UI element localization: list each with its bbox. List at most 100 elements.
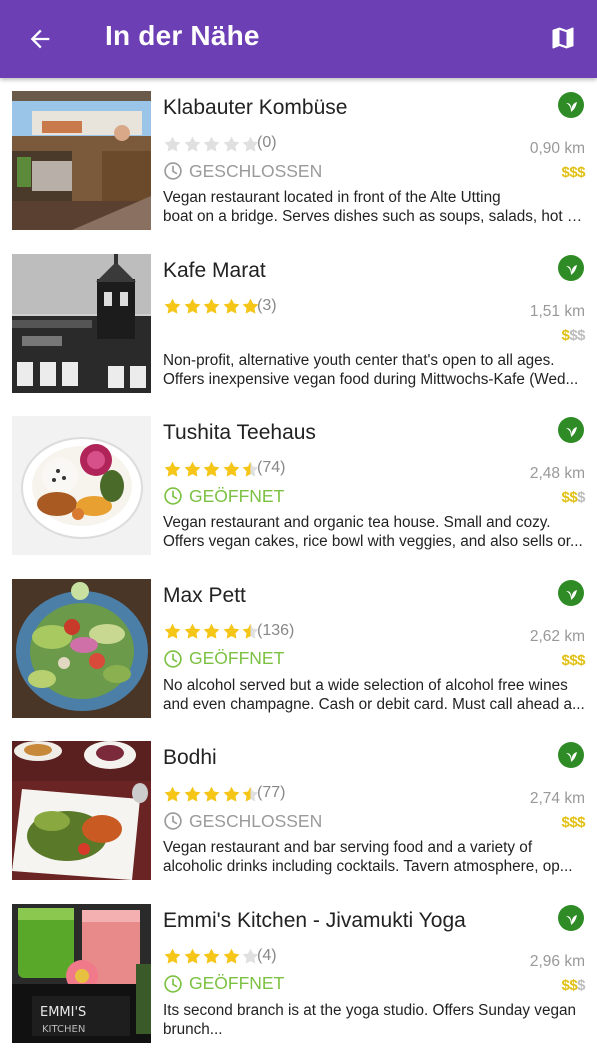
- vegan-leaf-icon: [558, 92, 584, 118]
- rice-bowl-photo: [12, 416, 151, 555]
- price-level: $$$: [561, 977, 585, 994]
- restaurant-list[interactable]: Klabauter Kombüse (0) GESCHLOSSEN 0,90 km $$…: [0, 78, 597, 1053]
- app-bar: In der Nähe: [0, 0, 597, 78]
- open-status: GEÖFFNET: [163, 973, 284, 995]
- description-line: Vegan restaurant located in front of the…: [163, 188, 585, 207]
- clock-icon: [163, 486, 183, 506]
- star-icon: [163, 460, 182, 479]
- list-item[interactable]: Max Pett (136) GEÖFFNET 2,62 km $$$ No alcoho…: [0, 566, 597, 729]
- restaurant-name: Bodhi: [163, 746, 217, 770]
- clock-icon: [163, 811, 183, 831]
- star-icon: [222, 460, 241, 479]
- restaurant-description: Its second branch is at the yoga studio.…: [163, 1001, 585, 1039]
- review-count: (3): [257, 297, 277, 315]
- distance: 2,48 km: [530, 465, 585, 483]
- restaurant-name: Max Pett: [163, 584, 246, 608]
- status-label: GEÖFFNET: [189, 973, 284, 994]
- star-icon: [183, 622, 202, 641]
- review-count: (4): [257, 947, 277, 965]
- star-icon: [183, 460, 202, 479]
- distance: 2,62 km: [530, 628, 585, 646]
- distance: 0,90 km: [530, 140, 585, 158]
- star-icon: [222, 785, 241, 804]
- description-line: No alcohol served but a wide selection o…: [163, 676, 585, 695]
- status-label: GESCHLOSSEN: [189, 811, 322, 832]
- vegan-leaf-icon: [558, 417, 584, 443]
- back-arrow-icon[interactable]: [26, 25, 54, 53]
- star-icon: [202, 297, 221, 316]
- star-icon: [163, 785, 182, 804]
- description-line: Its second branch is at the yoga studio.…: [163, 1001, 585, 1020]
- clock-icon: [163, 649, 183, 669]
- price-level: $$$: [561, 652, 585, 669]
- star-rating: [163, 622, 261, 642]
- vegan-leaf-icon: [558, 905, 584, 931]
- star-rating: [163, 784, 261, 804]
- star-icon: [163, 622, 182, 641]
- star-icon: [202, 947, 221, 966]
- price-level: $$$: [561, 489, 585, 506]
- restaurant-name: Kafe Marat: [163, 259, 266, 283]
- list-item[interactable]: Kafe Marat (3) 1,51 km $$$ Non-profit, alter…: [0, 241, 597, 404]
- vegan-leaf-icon: [558, 580, 584, 606]
- star-icon: [202, 622, 221, 641]
- restaurant-name: Emmi's Kitchen - Jivamukti Yoga: [163, 909, 466, 933]
- star-icon: [202, 460, 221, 479]
- open-status: GESCHLOSSEN: [163, 810, 322, 832]
- star-icon: [183, 785, 202, 804]
- restaurant-description: Non-profit, alternative youth center tha…: [163, 351, 585, 389]
- restaurant-description: No alcohol served but a wide selection o…: [163, 676, 585, 714]
- vegan-leaf-icon: [558, 742, 584, 768]
- description-line: brunch...: [163, 1020, 585, 1039]
- description-line: boat on a bridge. Serves dishes such as …: [163, 207, 585, 226]
- description-line: and even champagne. Cash or debit card. …: [163, 695, 585, 714]
- svg-text:KITCHEN: KITCHEN: [42, 1024, 85, 1035]
- restaurant-name: Tushita Teehaus: [163, 421, 316, 445]
- star-icon: [222, 947, 241, 966]
- star-icon: [163, 297, 182, 316]
- building-tower-photo: [12, 254, 151, 393]
- review-count: (136): [257, 622, 294, 640]
- map-icon[interactable]: [549, 24, 577, 52]
- distance: 2,96 km: [530, 953, 585, 971]
- vegan-leaf-icon: [558, 255, 584, 281]
- restaurant-description: Vegan restaurant located in front of the…: [163, 188, 585, 226]
- review-count: (0): [257, 134, 277, 152]
- star-icon: [202, 785, 221, 804]
- star-icon: [183, 135, 202, 154]
- clock-icon: [163, 161, 183, 181]
- star-icon: [222, 297, 241, 316]
- price-level: $$$: [561, 164, 585, 181]
- distance: 1,51 km: [530, 303, 585, 321]
- table-dishes-photo: [12, 741, 151, 880]
- star-icon: [183, 947, 202, 966]
- star-icon: [222, 622, 241, 641]
- list-item[interactable]: Bodhi(77)GESCHLOSSEN2,74 km$$$Vegan rest…: [0, 728, 597, 891]
- svg-text:EMMI'S: EMMI'S: [40, 1005, 86, 1020]
- distance: 2,74 km: [530, 790, 585, 808]
- star-icon: [222, 135, 241, 154]
- star-rating: [163, 134, 261, 154]
- star-rating: [163, 947, 261, 967]
- star-rating: [163, 459, 261, 479]
- restaurant-description: Vegan restaurant and bar serving food an…: [163, 838, 585, 876]
- list-item[interactable]: EMMI'S KITCHEN Emmi's Kitchen - Jivamukt…: [0, 891, 597, 1053]
- restaurant-name: Klabauter Kombüse: [163, 96, 347, 120]
- price-level: $$$: [561, 327, 585, 344]
- star-icon: [183, 297, 202, 316]
- page-title: In der Nähe: [105, 20, 260, 52]
- status-label: GESCHLOSSEN: [189, 161, 322, 182]
- list-item[interactable]: Klabauter Kombüse (0) GESCHLOSSEN 0,90 km $$…: [0, 78, 597, 241]
- description-line: alcoholic drinks including cocktails. Ta…: [163, 857, 585, 876]
- description-line: Non-profit, alternative youth center tha…: [163, 351, 585, 370]
- description-line: Vegan restaurant and organic tea house. …: [163, 513, 585, 532]
- description-line: Vegan restaurant and bar serving food an…: [163, 838, 585, 857]
- star-icon: [163, 135, 182, 154]
- list-item[interactable]: Tushita Teehaus(74)GEÖFFNET2,48 km$$$Veg…: [0, 403, 597, 566]
- star-icon: [163, 947, 182, 966]
- open-status: GEÖFFNET: [163, 648, 284, 670]
- restaurant-description: Vegan restaurant and organic tea house. …: [163, 513, 585, 551]
- open-status: GEÖFFNET: [163, 485, 284, 507]
- description-line: Offers inexpensive vegan food during Mit…: [163, 370, 585, 389]
- star-rating: [163, 297, 261, 317]
